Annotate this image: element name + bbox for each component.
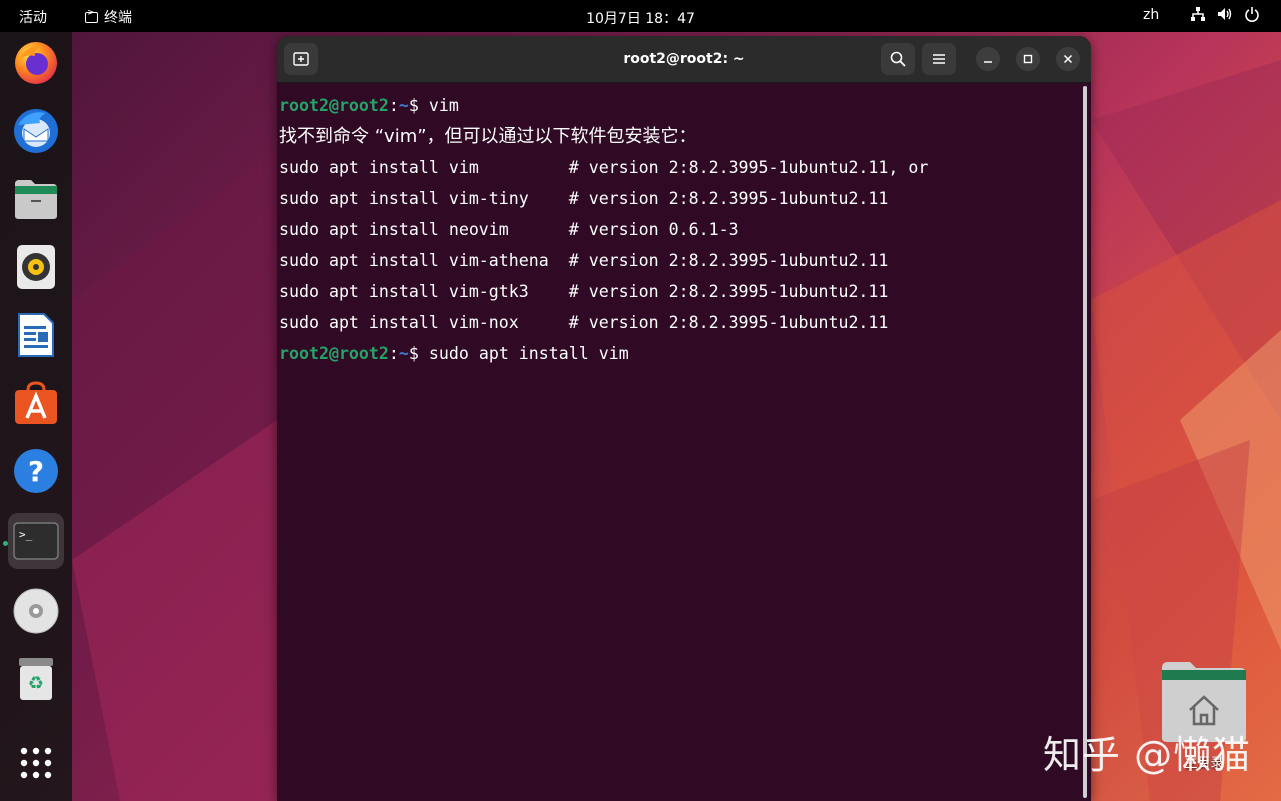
terminal-window[interactable]: root2@root2: ~ root2@root2:~$ vim 找不到命令 … (277, 36, 1091, 801)
app-menu[interactable]: 终端 (85, 7, 132, 27)
thunderbird-icon (14, 109, 58, 153)
output-text: sudo apt install vim-nox # version 2:8.2… (279, 313, 889, 332)
terminal-scrollbar[interactable] (1083, 86, 1087, 798)
menu-button[interactable] (922, 43, 956, 75)
dock-app-center[interactable] (8, 375, 64, 431)
volume-icon (1218, 8, 1232, 20)
prompt-path: ~ (398, 96, 409, 115)
rhythmbox-icon (17, 245, 55, 289)
command-text: sudo apt install vim (428, 344, 629, 363)
dock-libreoffice-writer[interactable] (8, 307, 64, 363)
output-line: sudo apt install vim-nox # version 2:8.2… (279, 307, 1079, 338)
dock-terminal[interactable]: >_ (8, 513, 64, 569)
help-icon: ? (14, 449, 58, 493)
dock-disc[interactable] (8, 583, 64, 639)
power-icon (1245, 7, 1259, 22)
new-tab-button[interactable] (284, 43, 318, 75)
svg-text:?: ? (28, 455, 44, 488)
minimize-icon (984, 61, 992, 63)
svg-text:♻: ♻ (28, 673, 44, 694)
prompt-line: root2@root2:~$ sudo apt install vim (279, 338, 1079, 369)
error-message-line: 找不到命令 “vim”，但可以通过以下软件包安装它： (279, 121, 1079, 152)
maximize-icon (1023, 54, 1033, 64)
watermark: 知乎 @懒猫 (1043, 733, 1252, 777)
prompt-separator: : (388, 344, 399, 363)
close-icon (1063, 54, 1073, 64)
terminal-header-bar[interactable]: root2@root2: ~ (277, 36, 1091, 83)
prompt-line: root2@root2:~$ vim (279, 90, 1079, 121)
prompt-path: ~ (398, 344, 409, 363)
firefox-icon (15, 42, 57, 84)
window-title: root2@root2: ~ (623, 51, 745, 67)
network-icon (1191, 7, 1205, 21)
minimize-button[interactable] (976, 47, 1000, 71)
libreoffice-writer-icon (18, 313, 54, 357)
search-icon (890, 51, 906, 67)
dock-help[interactable]: ? (8, 443, 64, 499)
prompt-user: root2@root2 (279, 344, 389, 363)
output-text: sudo apt install vim-athena # version 2:… (279, 251, 889, 270)
output-line: sudo apt install vim # version 2:8.2.399… (279, 152, 1079, 183)
output-line: sudo apt install vim-gtk3 # version 2:8.… (279, 276, 1079, 307)
prompt-symbol: $ (408, 96, 429, 115)
prompt-symbol: $ (408, 344, 429, 363)
system-tray[interactable] (1190, 6, 1260, 22)
search-button[interactable] (881, 43, 915, 75)
trash-icon: ♻ (19, 658, 53, 700)
output-text: sudo apt install vim-gtk3 # version 2:8.… (279, 282, 889, 301)
top-bar: 活动 终端 10月7日 18：47 zh (0, 0, 1281, 32)
output-line: sudo apt install neovim # version 0.6.1-… (279, 214, 1079, 245)
activities-button[interactable]: 活动 (19, 7, 47, 27)
output-text: 找不到命令 “vim”，但可以通过以下软件包安装它： (279, 126, 697, 147)
clock[interactable]: 10月7日 18：47 (586, 11, 695, 27)
app-name: 终端 (104, 10, 132, 26)
output-line: sudo apt install vim-athena # version 2:… (279, 245, 1079, 276)
terminal-output[interactable]: root2@root2:~$ vim 找不到命令 “vim”，但可以通过以下软件包… (279, 90, 1079, 369)
close-button[interactable] (1056, 47, 1080, 71)
hamburger-menu-icon (933, 54, 945, 64)
output-text: sudo apt install vim # version 2:8.2.399… (279, 158, 929, 177)
files-icon (15, 180, 57, 219)
dock: ? >_ ♻ (0, 32, 72, 801)
show-apps-icon (20, 747, 52, 779)
new-tab-icon (293, 52, 309, 66)
input-method-indicator[interactable]: zh (1143, 7, 1159, 23)
output-text: sudo apt install neovim # version 0.6.1-… (279, 220, 739, 239)
prompt-separator: : (388, 96, 399, 115)
output-line: sudo apt install vim-tiny # version 2:8.… (279, 183, 1079, 214)
prompt-user: root2@root2 (279, 96, 389, 115)
terminal-icon: >_ (13, 522, 59, 560)
output-text: sudo apt install vim-tiny # version 2:8.… (279, 189, 889, 208)
dock-thunderbird[interactable] (8, 103, 64, 159)
terminal-app-icon (85, 8, 98, 23)
app-center-icon (15, 381, 57, 424)
svg-text:>_: >_ (19, 528, 33, 541)
disc-icon (13, 588, 59, 634)
dock-rhythmbox[interactable] (8, 239, 64, 295)
running-indicator (3, 541, 8, 546)
maximize-button[interactable] (1016, 47, 1040, 71)
dock-trash[interactable]: ♻ (8, 651, 64, 707)
dock-firefox[interactable] (8, 35, 64, 91)
show-apps-button[interactable] (8, 735, 64, 791)
command-text: vim (428, 96, 459, 115)
dock-files[interactable] (8, 171, 64, 227)
